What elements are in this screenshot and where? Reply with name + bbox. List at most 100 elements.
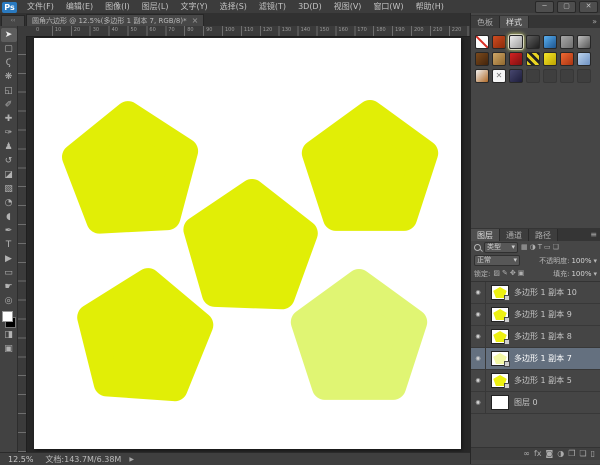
lock-pixels-icon[interactable]: ✎ bbox=[501, 268, 509, 279]
style-swatch-1-6[interactable] bbox=[560, 35, 574, 49]
styles-tab-styles[interactable]: 样式 bbox=[500, 16, 529, 28]
layer-thumbnail[interactable] bbox=[491, 373, 509, 388]
zoom-tool-icon[interactable]: ◎ bbox=[1, 294, 17, 308]
style-swatch-3-1[interactable] bbox=[475, 69, 489, 83]
link-layers-icon[interactable]: ∞ bbox=[523, 448, 530, 460]
blur-tool-icon[interactable]: ◔ bbox=[1, 196, 17, 210]
quick-mask-icon[interactable]: ◨ bbox=[1, 328, 17, 342]
spot-healing-tool-icon[interactable]: ✚ bbox=[1, 112, 17, 126]
window-close-button[interactable]: ✕ bbox=[579, 1, 598, 13]
layers-tab-paths[interactable]: 路径 bbox=[529, 229, 558, 241]
foreground-color-swatch[interactable] bbox=[2, 311, 13, 322]
style-swatch-3-3[interactable] bbox=[509, 69, 523, 83]
visibility-toggle[interactable]: ◉ bbox=[471, 282, 486, 303]
window-minimize-button[interactable]: ─ bbox=[535, 1, 554, 13]
menu-help[interactable]: 帮助(H) bbox=[410, 0, 450, 13]
visibility-toggle[interactable]: ◉ bbox=[471, 304, 486, 325]
style-swatch-2-5[interactable] bbox=[543, 52, 557, 66]
blend-mode-select[interactable]: 正常 ▾ bbox=[474, 255, 520, 266]
style-swatch-3-5[interactable] bbox=[543, 69, 557, 83]
layer-thumbnail[interactable] bbox=[491, 329, 509, 344]
menu-window[interactable]: 窗口(W) bbox=[367, 0, 409, 13]
style-swatch-2-3[interactable] bbox=[509, 52, 523, 66]
gradient-tool-icon[interactable]: ▧ bbox=[1, 182, 17, 196]
opacity-value[interactable]: 100% bbox=[571, 257, 591, 265]
lock-all-icon[interactable]: ▣ bbox=[517, 268, 526, 279]
menu-3d[interactable]: 3D(D) bbox=[292, 0, 328, 13]
layer-row-2[interactable]: ◉多边形 1 副本 9 bbox=[471, 304, 600, 326]
lock-transparency-icon[interactable]: ▨ bbox=[492, 268, 501, 279]
layers-tab-channels[interactable]: 通道 bbox=[500, 229, 529, 241]
menu-filter[interactable]: 滤镜(T) bbox=[253, 0, 292, 13]
style-swatch-1-3[interactable] bbox=[509, 35, 523, 49]
filter-adjustment-layers-icon[interactable]: ◑ bbox=[529, 242, 537, 253]
zoom-level-field[interactable]: 12.5% bbox=[0, 455, 37, 464]
style-swatch-2-7[interactable] bbox=[577, 52, 591, 66]
lock-position-icon[interactable]: ✥ bbox=[509, 268, 517, 279]
chevron-down-icon[interactable]: ▾ bbox=[593, 257, 597, 265]
eraser-tool-icon[interactable]: ◪ bbox=[1, 168, 17, 182]
styles-tab-swatches[interactable]: 色板 bbox=[471, 16, 500, 28]
menu-select[interactable]: 选择(S) bbox=[214, 0, 253, 13]
layer-thumbnail[interactable] bbox=[491, 307, 509, 322]
style-swatch-1-4[interactable] bbox=[526, 35, 540, 49]
visibility-toggle[interactable]: ◉ bbox=[471, 348, 486, 369]
type-tool-icon[interactable]: T bbox=[1, 238, 17, 252]
screen-mode-icon[interactable]: ▣ bbox=[1, 342, 17, 356]
style-swatch-3-7[interactable] bbox=[577, 69, 591, 83]
style-swatch-3-6[interactable] bbox=[560, 69, 574, 83]
vertical-ruler[interactable] bbox=[18, 36, 27, 452]
filter-smart-objects-icon[interactable]: ❏ bbox=[552, 242, 560, 253]
add-layer-mask-icon[interactable]: ◙ bbox=[546, 448, 554, 460]
menu-image[interactable]: 图像(I) bbox=[99, 0, 136, 13]
style-swatch-3-4[interactable] bbox=[526, 69, 540, 83]
filter-shape-layers-icon[interactable]: ▭ bbox=[543, 242, 552, 253]
visibility-toggle[interactable]: ◉ bbox=[471, 370, 486, 391]
style-swatch-2-4[interactable] bbox=[526, 52, 540, 66]
style-swatch-1-1[interactable] bbox=[475, 35, 489, 49]
window-restore-button[interactable]: ▢ bbox=[557, 1, 576, 13]
status-options-arrow-icon[interactable]: ▶ bbox=[129, 456, 134, 463]
quick-selection-tool-icon[interactable]: ❋ bbox=[1, 70, 17, 84]
panel-menu-icon[interactable]: ≡ bbox=[587, 229, 600, 241]
layer-filter-type-select[interactable]: 类型 ▾ bbox=[484, 242, 518, 253]
new-adjustment-layer-icon[interactable]: ◑ bbox=[557, 448, 564, 460]
style-swatch-1-7[interactable] bbox=[577, 35, 591, 49]
path-selection-tool-icon[interactable]: ▶ bbox=[1, 252, 17, 266]
style-swatch-2-6[interactable] bbox=[560, 52, 574, 66]
history-brush-tool-icon[interactable]: ↺ bbox=[1, 154, 17, 168]
layer-thumbnail[interactable] bbox=[491, 285, 509, 300]
style-swatch-2-2[interactable] bbox=[492, 52, 506, 66]
dodge-tool-icon[interactable]: ◖ bbox=[1, 210, 17, 224]
layer-row-6[interactable]: ◉图层 0 bbox=[471, 392, 600, 414]
new-layer-icon[interactable]: ❏ bbox=[579, 448, 586, 460]
visibility-toggle[interactable]: ◉ bbox=[471, 326, 486, 347]
layer-row-3[interactable]: ◉多边形 1 副本 8 bbox=[471, 326, 600, 348]
style-swatch-3-2[interactable]: ✕ bbox=[492, 69, 506, 83]
new-group-icon[interactable]: ❐ bbox=[568, 448, 575, 460]
close-document-icon[interactable]: × bbox=[192, 16, 199, 26]
pen-tool-icon[interactable]: ✒ bbox=[1, 224, 17, 238]
collapse-dock-icon[interactable]: » bbox=[589, 16, 600, 28]
horizontal-ruler[interactable]: 0102030405060708090100110120130140150160… bbox=[34, 26, 470, 37]
menu-file[interactable]: 文件(F) bbox=[21, 0, 60, 13]
layer-thumbnail[interactable] bbox=[491, 351, 509, 366]
menu-layer[interactable]: 图层(L) bbox=[136, 0, 175, 13]
rectangular-marquee-tool-icon[interactable]: ▢ bbox=[1, 42, 17, 56]
layers-tab-layers[interactable]: 图层 bbox=[471, 229, 500, 241]
brush-tool-icon[interactable]: ✑ bbox=[1, 126, 17, 140]
move-tool-icon[interactable]: ➤ bbox=[1, 28, 17, 42]
layer-thumbnail[interactable] bbox=[491, 395, 509, 410]
menu-type[interactable]: 文字(Y) bbox=[174, 0, 213, 13]
layer-style-fx-icon[interactable]: fx bbox=[534, 448, 542, 460]
eyedropper-tool-icon[interactable]: ✐ bbox=[1, 98, 17, 112]
layer-row-1[interactable]: ◉多边形 1 副本 10 bbox=[471, 282, 600, 304]
menu-view[interactable]: 视图(V) bbox=[328, 0, 368, 13]
style-swatch-2-1[interactable] bbox=[475, 52, 489, 66]
style-swatch-1-2[interactable] bbox=[492, 35, 506, 49]
crop-tool-icon[interactable]: ◱ bbox=[1, 84, 17, 98]
layer-row-4[interactable]: ◉多边形 1 副本 7 bbox=[471, 348, 600, 370]
visibility-toggle[interactable]: ◉ bbox=[471, 392, 486, 413]
filter-pixel-layers-icon[interactable]: ▦ bbox=[520, 242, 529, 253]
chevron-down-icon[interactable]: ▾ bbox=[593, 270, 597, 278]
